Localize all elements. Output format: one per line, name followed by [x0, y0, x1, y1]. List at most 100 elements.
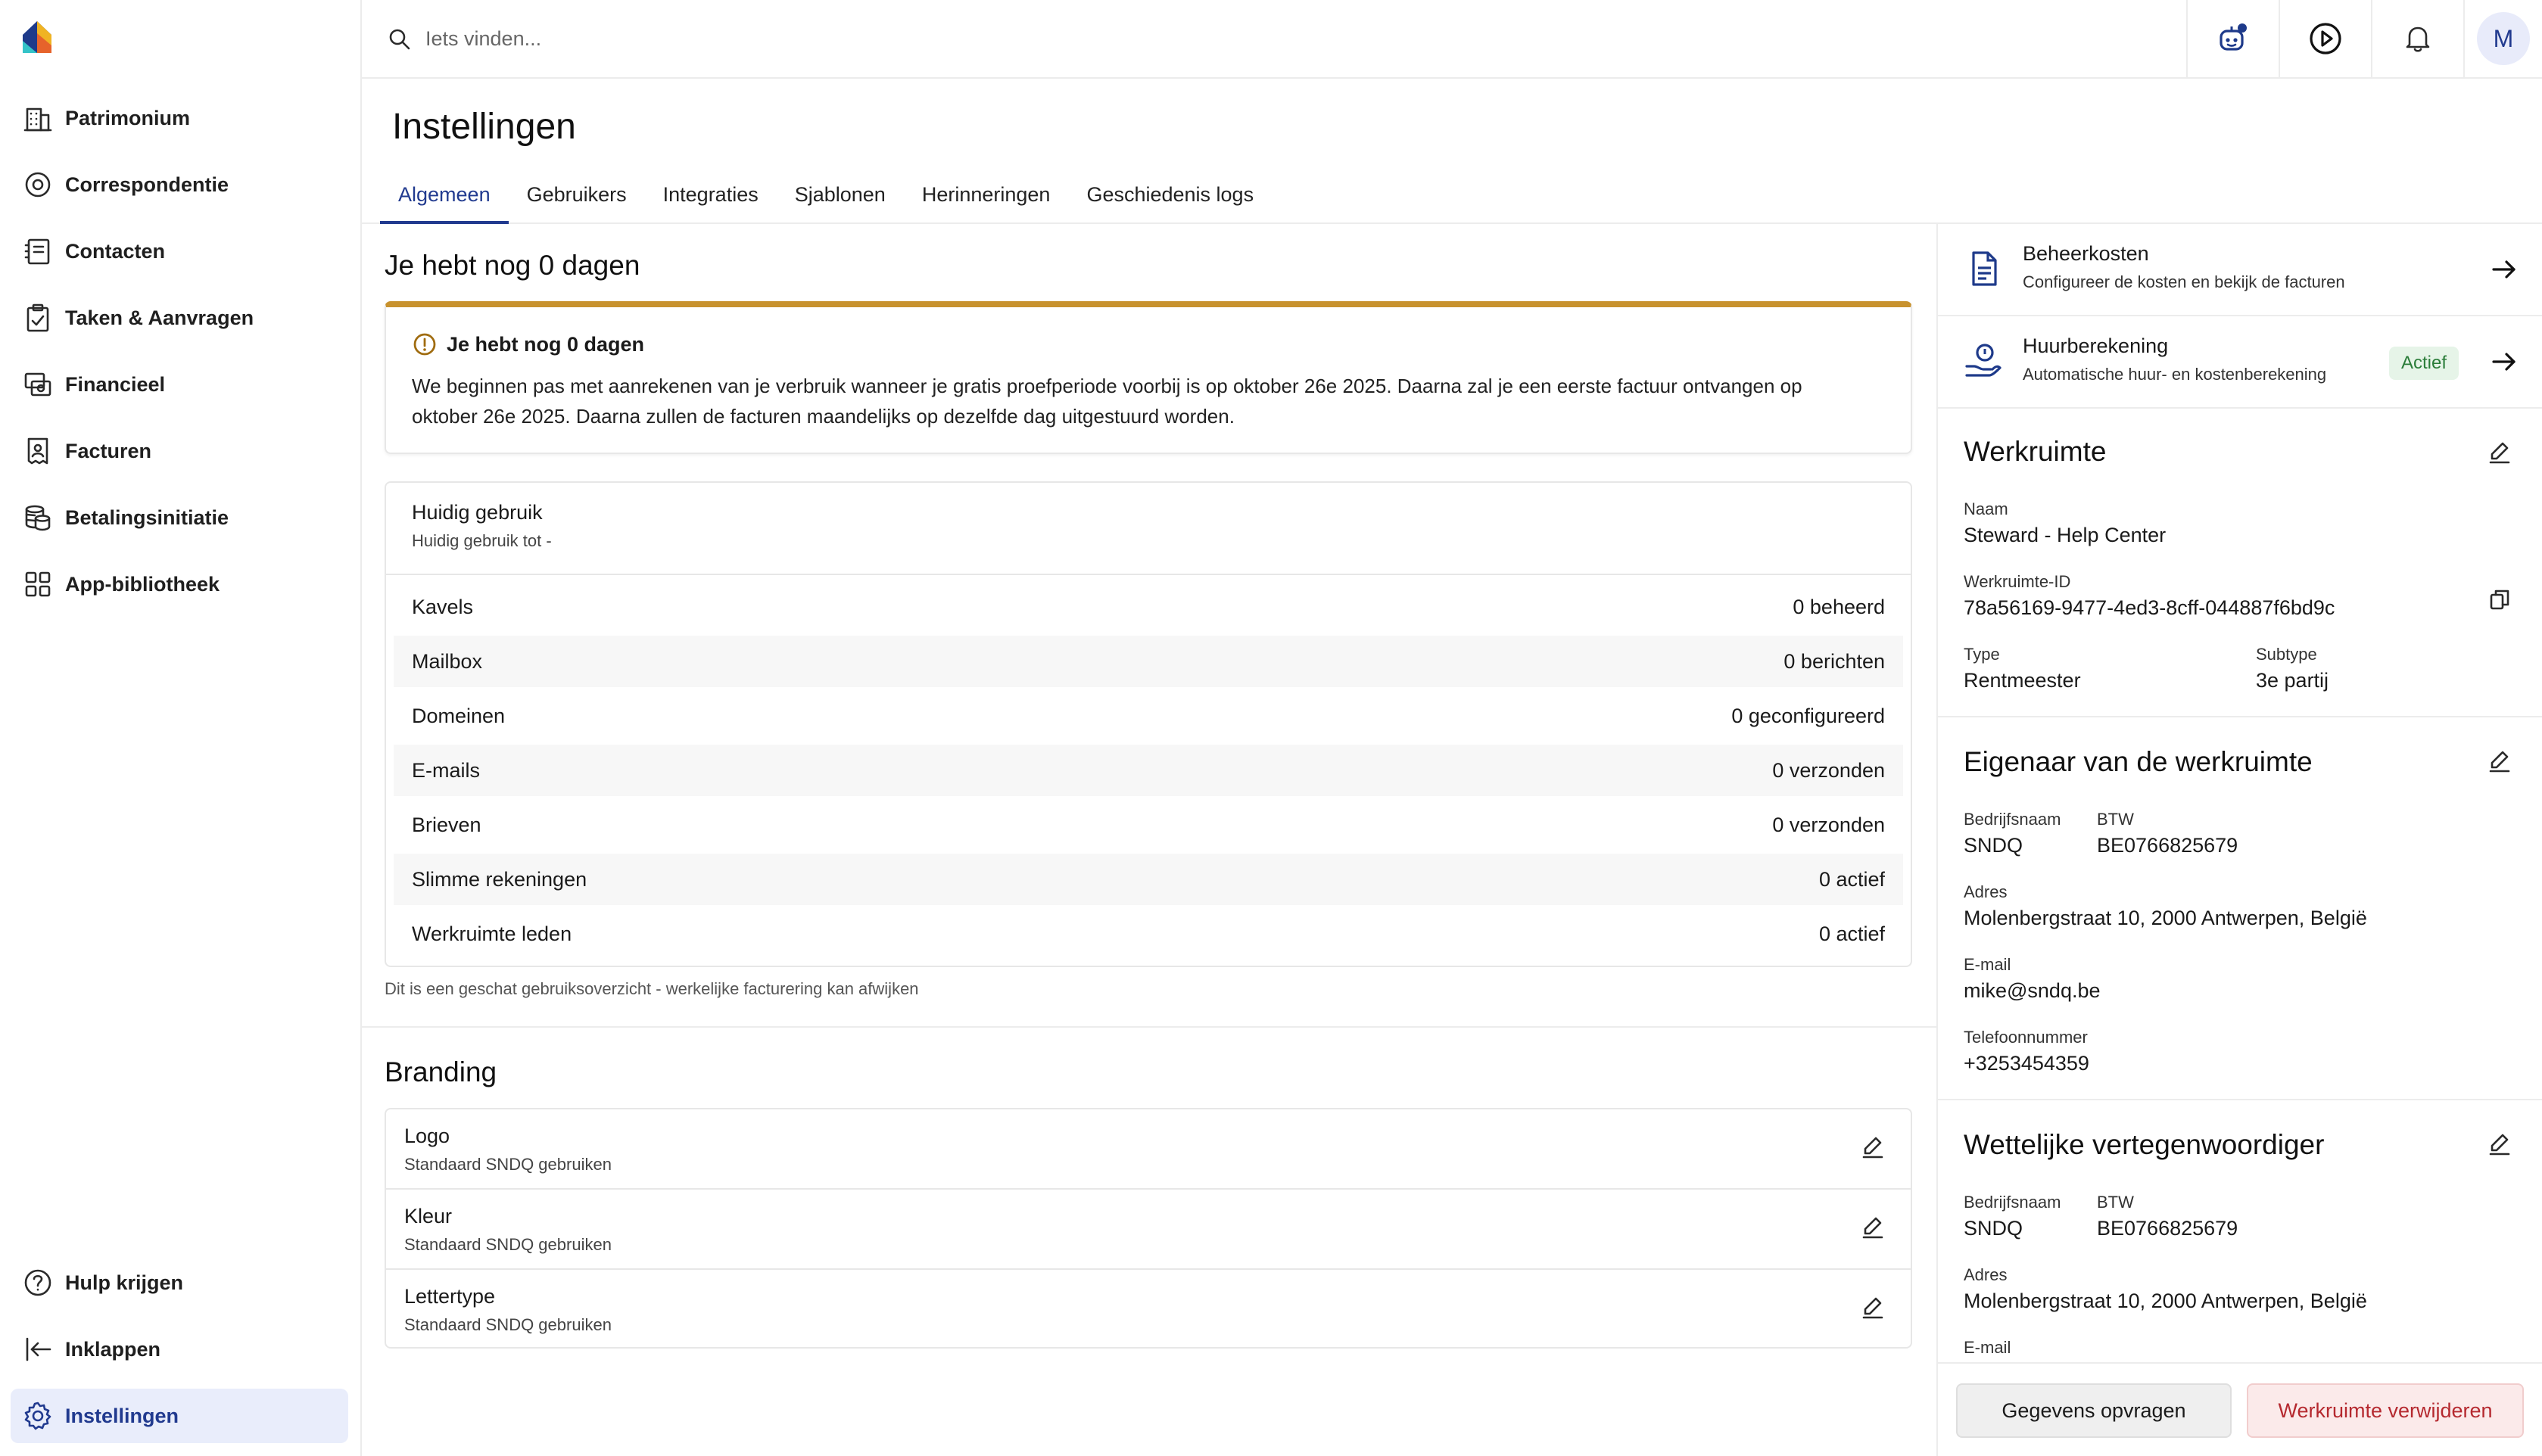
delete-workspace-button[interactable]: Werkruimte verwijderen — [2247, 1383, 2524, 1438]
sidebar-item-patrimonium[interactable]: Patrimonium — [11, 91, 348, 145]
usage-value: 0 actief — [1818, 922, 1885, 945]
workspace-name: Steward - Help Center — [1964, 524, 2167, 546]
sidebar-item-financieel[interactable]: Financieel — [11, 357, 348, 412]
field-label: Werkruimte-ID — [1964, 572, 2071, 591]
owner-address: Molenbergstraat 10, 2000 Antwerpen, Belg… — [1964, 907, 2367, 929]
sidebar-item-contacten[interactable]: Contacten — [11, 224, 348, 278]
rent-calculation-icon — [1962, 339, 2006, 383]
tab-sjablonen[interactable]: Sjablonen — [777, 174, 904, 222]
edit-icon[interactable] — [2484, 437, 2515, 468]
invoice-icon — [21, 434, 55, 468]
edit-icon[interactable] — [1858, 1132, 1888, 1162]
sidebar-item-correspondentie[interactable]: Correspondentie — [11, 157, 348, 212]
sidebar-item-betalingsinitiatie[interactable]: Betalingsinitiatie — [11, 490, 348, 545]
usage-label: E-mails — [412, 758, 481, 782]
sidebar-item-label: Contacten — [65, 239, 166, 263]
tab-algemeen[interactable]: Algemeen — [380, 174, 509, 224]
workspace-subtype: 3e partij — [2256, 669, 2329, 692]
sidebar-item-facturen[interactable]: Facturen — [11, 424, 348, 478]
usage-value: 0 verzonden — [1772, 758, 1885, 782]
warning-icon — [412, 331, 438, 357]
user-menu-button[interactable]: M — [2463, 0, 2542, 77]
workspace-type: Rentmeester — [1964, 669, 2081, 692]
owner-phone: +3253454359 — [1964, 1052, 2089, 1075]
field-label: BTW — [2097, 1193, 2134, 1212]
sidebar-item-label: Financieel — [65, 372, 166, 396]
branding-value: Standaard SNDQ gebruiken — [404, 1235, 612, 1254]
section-divider — [1938, 1099, 2542, 1100]
usage-value: 0 verzonden — [1772, 813, 1885, 836]
trial-alert-title: Je hebt nog 0 dagen — [447, 332, 645, 356]
top-bar: M — [362, 0, 2542, 79]
sidebar: Patrimonium Correspondentie Contacten Ta… — [0, 0, 362, 1456]
usage-row: Brieven 0 verzonden — [394, 799, 1903, 851]
sidebar-item-hulp[interactable]: Hulp krijgen — [11, 1255, 348, 1310]
branding-value: Standaard SNDQ gebruiken — [404, 1155, 612, 1174]
usage-label: Domeinen — [412, 704, 506, 727]
usage-subtitle: Huidig gebruik tot - — [412, 531, 552, 550]
tab-geschiedenis-logs[interactable]: Geschiedenis logs — [1068, 174, 1272, 222]
branding-value: Standaard SNDQ gebruiken — [404, 1315, 612, 1334]
field-label: Telefoonnummer — [1964, 1028, 2088, 1047]
robot-icon — [2214, 20, 2252, 58]
contacts-icon — [21, 235, 55, 268]
branding-row-lettertype: Lettertype Standaard SNDQ gebruiken — [386, 1270, 1911, 1350]
link-title: Huurberekening — [2023, 334, 2169, 357]
main-content: Je hebt nog 0 dagen Je hebt nog 0 dagen … — [362, 224, 1936, 1456]
sidebar-item-instellingen[interactable]: Instellingen — [11, 1389, 348, 1443]
field-label: Type — [1964, 645, 2000, 664]
search-input[interactable] — [425, 20, 1107, 58]
section-divider — [362, 1026, 1936, 1028]
legal-rep-title: Wettelijke vertegenwoordiger — [1964, 1129, 2325, 1160]
tab-gebruikers[interactable]: Gebruikers — [509, 174, 645, 222]
branding-label: Lettertype — [404, 1285, 496, 1308]
usage-note: Dit is een geschat gebruiksoverzicht - w… — [385, 979, 919, 998]
usage-label: Kavels — [412, 595, 474, 618]
edit-icon[interactable] — [1858, 1212, 1888, 1243]
bell-icon — [2400, 21, 2435, 56]
edit-icon[interactable] — [2484, 1129, 2515, 1159]
beheerkosten-link[interactable]: Beheerkosten Configureer de kosten en be… — [1938, 224, 2542, 316]
assistant-button[interactable] — [2186, 0, 2279, 77]
usage-value: 0 berichten — [1783, 649, 1885, 673]
trial-alert-text: We beginnen pas met aanrekenen van je ve… — [412, 375, 1802, 428]
correspondence-icon — [21, 168, 55, 201]
workspace-panel: Beheerkosten Configureer de kosten en be… — [1936, 224, 2542, 1456]
sidebar-item-app-bibliotheek[interactable]: App-bibliotheek — [11, 557, 348, 611]
legal-address: Molenbergstraat 10, 2000 Antwerpen, Belg… — [1964, 1290, 2367, 1312]
sidebar-item-label: Inklappen — [65, 1337, 161, 1361]
field-label: Bedrijfsnaam — [1964, 810, 2061, 829]
building-icon — [21, 101, 55, 135]
link-subtitle: Automatische huur- en kostenberekening — [2023, 365, 2327, 384]
tab-herinneringen[interactable]: Herinneringen — [904, 174, 1069, 222]
edit-icon[interactable] — [2484, 746, 2515, 776]
tab-integraties[interactable]: Integraties — [645, 174, 777, 222]
sidebar-item-label: Correspondentie — [65, 173, 229, 196]
sidebar-item-taken[interactable]: Taken & Aanvragen — [11, 291, 348, 345]
sidebar-item-inklappen[interactable]: Inklappen — [11, 1322, 348, 1377]
settings-tabs: Algemeen Gebruikers Integraties Sjablone… — [362, 174, 2542, 224]
avatar: M — [2477, 12, 2530, 65]
workspace-title: Werkruimte — [1964, 436, 2107, 467]
usage-row: Slimme rekeningen 0 actief — [394, 854, 1903, 905]
field-label: Bedrijfsnaam — [1964, 1193, 2061, 1212]
usage-label: Slimme rekeningen — [412, 867, 587, 891]
request-data-button[interactable]: Gegevens opvragen — [1956, 1383, 2232, 1438]
huurberekening-link[interactable]: Huurberekening Automatische huur- en kos… — [1938, 316, 2542, 409]
legal-vat: BE0766825679 — [2097, 1217, 2238, 1240]
branding-row-kleur: Kleur Standaard SNDQ gebruiken — [386, 1190, 1911, 1270]
field-label: Naam — [1964, 499, 2008, 518]
app-logo[interactable] — [20, 18, 55, 56]
field-label: Adres — [1964, 1265, 2008, 1284]
copy-icon[interactable] — [2484, 584, 2515, 614]
branding-section-title: Branding — [385, 1056, 497, 1087]
owner-title: Eigenaar van de werkruimte — [1964, 746, 2313, 777]
link-title: Beheerkosten — [2023, 242, 2149, 265]
usage-value: 0 actief — [1818, 867, 1885, 891]
edit-icon[interactable] — [1858, 1293, 1888, 1323]
notifications-button[interactable] — [2371, 0, 2463, 77]
branding-label: Logo — [404, 1125, 450, 1147]
usage-label: Werkruimte leden — [412, 922, 572, 945]
play-circle-icon — [2307, 20, 2344, 58]
play-button[interactable] — [2279, 0, 2371, 77]
